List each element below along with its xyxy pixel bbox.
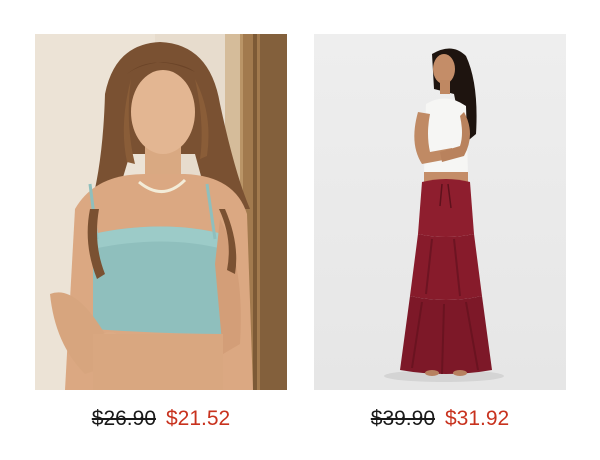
original-price: $39.90 [370,407,435,430]
price-row: $39.90 $31.92 [314,406,566,432]
sale-price: $21.52 [166,407,231,430]
product-image-tiered-maxi-skirt[interactable] [314,34,566,390]
product-card[interactable]: $26.90 $21.52 [35,34,287,432]
price-row: $26.90 $21.52 [35,406,287,432]
product-grid: $26.90 $21.52 $39.90 $31.92 [0,0,600,460]
product-card[interactable]: $39.90 $31.92 [314,34,566,432]
product-image-knit-cami-top[interactable] [35,34,287,390]
original-price: $26.90 [91,407,156,430]
sale-price: $31.92 [445,407,510,430]
